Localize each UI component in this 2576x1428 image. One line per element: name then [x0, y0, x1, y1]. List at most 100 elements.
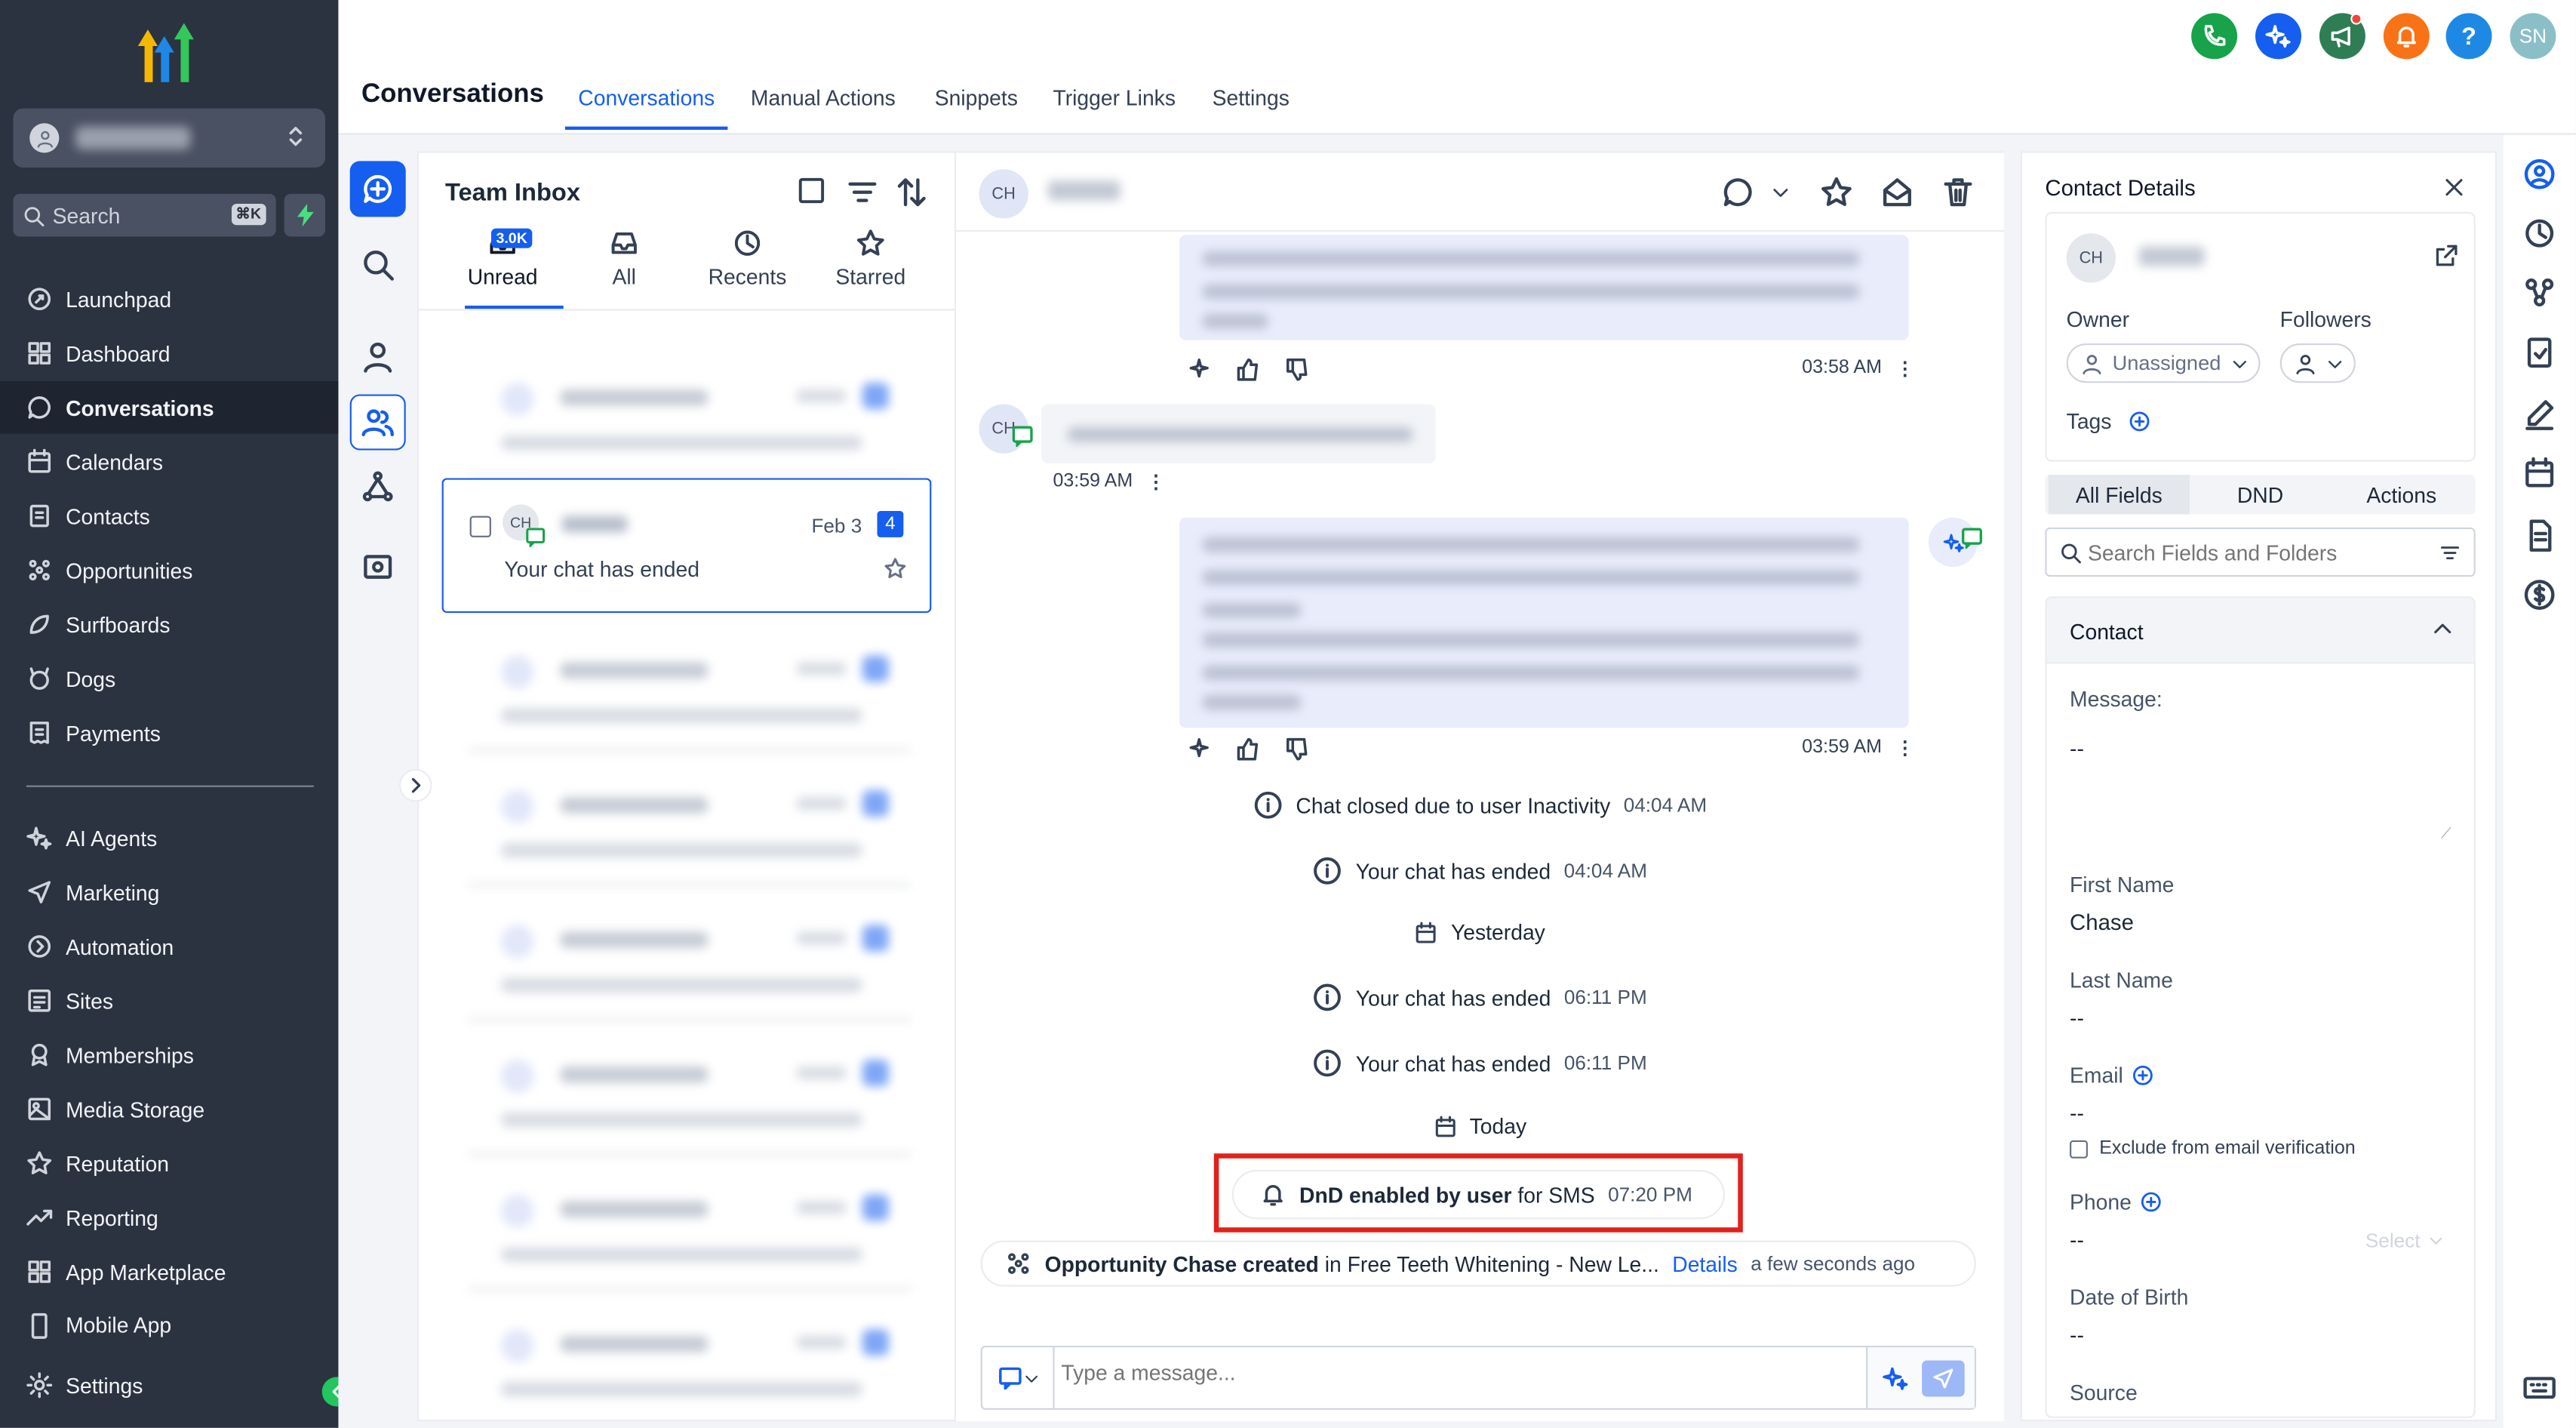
list-item[interactable]	[468, 1188, 912, 1290]
list-item[interactable]	[468, 649, 912, 751]
my-inbox-button[interactable]	[350, 328, 406, 384]
thumbs-down-icon[interactable]	[1284, 736, 1311, 762]
user-avatar[interactable]: SN	[2510, 13, 2556, 60]
sidebar-item-settings[interactable]: Settings	[0, 1359, 338, 1411]
send-button[interactable]	[1922, 1360, 1965, 1397]
tab-manual-actions[interactable]: Manual Actions	[751, 85, 896, 110]
sidebar-item-calendars[interactable]: Calendars	[0, 435, 338, 488]
message-menu-icon[interactable]: ⋮	[1895, 356, 1914, 380]
segment-all-fields[interactable]: All Fields	[2048, 475, 2190, 515]
sidebar-item-reporting[interactable]: Reporting	[0, 1191, 338, 1244]
team-inbox-button[interactable]	[349, 394, 406, 451]
star-conversation-button[interactable]	[884, 557, 906, 580]
thumbs-up-icon[interactable]	[1235, 356, 1262, 383]
notifications-button[interactable]	[2383, 13, 2430, 60]
thumbs-up-icon[interactable]	[1235, 736, 1262, 762]
contact-panel-button[interactable]	[2523, 158, 2556, 191]
manual-actions-button[interactable]	[350, 539, 406, 595]
assign-chat-button[interactable]	[1721, 176, 1754, 209]
tab-starred[interactable]: Starred	[810, 229, 931, 289]
ai-sparkle-icon[interactable]	[1189, 356, 1216, 383]
first-name-value[interactable]: Chase	[2070, 910, 2134, 935]
sidebar-item-sites[interactable]: Sites	[0, 974, 338, 1027]
sidebar-search[interactable]: Search ⌘K	[13, 193, 276, 237]
expand-panel-button[interactable]	[399, 768, 432, 802]
sidebar-item-opportunities[interactable]: Opportunities	[0, 544, 338, 597]
fields-search[interactable]	[2045, 527, 2476, 577]
opportunity-details-link[interactable]: Details	[1672, 1251, 1738, 1276]
ai-sparkle-icon[interactable]	[1189, 736, 1216, 762]
add-email-icon[interactable]	[2132, 1065, 2153, 1086]
sidebar-item-contacts[interactable]: Contacts	[0, 490, 338, 543]
resize-handle[interactable]: ⟋	[2441, 825, 2452, 843]
segment-actions[interactable]: Actions	[2331, 475, 2472, 514]
brand-logo[interactable]	[131, 23, 207, 85]
chevron-up-icon[interactable]	[2431, 618, 2454, 641]
add-phone-icon[interactable]	[2141, 1191, 2162, 1212]
fields-search-input[interactable]	[2087, 540, 2417, 565]
list-item[interactable]	[468, 377, 912, 479]
star-chat-button[interactable]	[1820, 176, 1853, 209]
tab-snippets[interactable]: Snippets	[935, 85, 1018, 110]
dob-value[interactable]: --	[2070, 1322, 2084, 1347]
account-switcher[interactable]	[13, 108, 326, 168]
add-tag-icon[interactable]	[2129, 411, 2150, 432]
new-message-button[interactable]	[349, 161, 406, 217]
sidebar-item-dashboard[interactable]: Dashboard	[0, 327, 338, 380]
activity-button[interactable]	[2523, 217, 2556, 250]
phone-button[interactable]	[2191, 13, 2238, 60]
tab-conversations[interactable]: Conversations	[578, 85, 715, 110]
list-item[interactable]	[468, 783, 912, 886]
sidebar-item-conversations[interactable]: Conversations	[0, 381, 339, 434]
followers-select[interactable]	[2279, 343, 2356, 383]
payments-button[interactable]	[2523, 578, 2556, 611]
message-input[interactable]	[1061, 1360, 1850, 1386]
workflow-inbox-button[interactable]	[350, 458, 406, 514]
message-menu-icon[interactable]: ⋮	[1895, 736, 1914, 759]
exclude-verification-checkbox[interactable]	[2070, 1140, 2088, 1159]
sidebar-item-mobile-app[interactable]: Mobile App	[0, 1300, 338, 1339]
sidebar-item-payments[interactable]: Payments	[0, 706, 338, 759]
search-conversations-button[interactable]	[350, 236, 406, 292]
phone-value[interactable]: --	[2070, 1227, 2084, 1252]
last-name-value[interactable]: --	[2070, 1005, 2084, 1030]
tab-trigger-links[interactable]: Trigger Links	[1053, 85, 1176, 110]
ai-assist-button[interactable]	[2255, 13, 2301, 60]
phone-type-select[interactable]: Select	[2365, 1229, 2421, 1251]
thumbs-down-icon[interactable]	[1284, 356, 1311, 383]
tab-all[interactable]: All	[564, 229, 685, 289]
sidebar-item-dogs[interactable]: Dogs	[0, 652, 338, 705]
message-menu-icon[interactable]: ⋮	[1147, 470, 1166, 493]
help-button[interactable]: ?	[2445, 13, 2492, 60]
filter-button[interactable]	[846, 176, 879, 209]
delete-chat-button[interactable]	[1941, 176, 1975, 209]
ai-sparkle-icon[interactable]	[1883, 1365, 1909, 1392]
list-item[interactable]	[468, 1053, 912, 1156]
notes-button[interactable]	[2523, 398, 2556, 431]
tab-recents[interactable]: Recents	[687, 229, 808, 289]
sidebar-item-media-storage[interactable]: Media Storage	[0, 1083, 338, 1136]
opportunities-panel-button[interactable]	[2523, 276, 2556, 309]
documents-button[interactable]	[2523, 519, 2556, 552]
select-all-checkbox[interactable]	[797, 176, 826, 205]
list-item[interactable]	[468, 919, 912, 1020]
sidebar-item-launchpad[interactable]: Launchpad	[0, 272, 338, 325]
channel-selector[interactable]	[982, 1347, 1055, 1408]
sidebar-item-marketing[interactable]: Marketing	[0, 866, 338, 919]
list-item[interactable]	[468, 1322, 911, 1424]
sidebar-item-app-marketplace[interactable]: App Marketplace	[0, 1245, 338, 1298]
sidebar-item-reputation[interactable]: Reputation	[0, 1137, 338, 1189]
close-details-button[interactable]	[2442, 176, 2465, 199]
filter-icon[interactable]	[2439, 542, 2461, 563]
message-value[interactable]: --	[2070, 736, 2084, 761]
conversation-checkbox[interactable]	[469, 515, 491, 537]
sidebar-item-surfboards[interactable]: Surfboards	[0, 598, 338, 651]
sidebar-item-memberships[interactable]: Memberships	[0, 1029, 338, 1082]
quick-action-button[interactable]	[284, 193, 326, 237]
segment-dnd[interactable]: DND	[2190, 475, 2331, 514]
open-contact-button[interactable]	[2434, 243, 2459, 268]
selected-conversation-card[interactable]: CH Feb 3 4 Your chat has ended	[441, 478, 932, 614]
email-value[interactable]: --	[2070, 1101, 2084, 1126]
mark-unread-button[interactable]	[1881, 176, 1914, 209]
owner-select[interactable]: Unassigned	[2066, 343, 2261, 383]
